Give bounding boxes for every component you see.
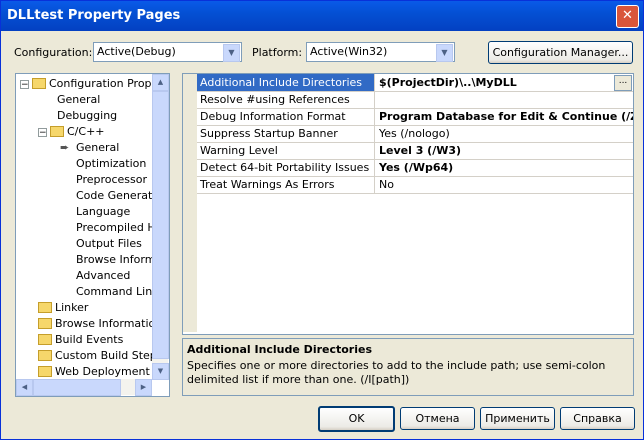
tree-item-label: Web Deployment <box>55 365 150 378</box>
chevron-down-icon[interactable]: ▼ <box>436 44 453 62</box>
tree-item-label: Code Generatio <box>76 189 163 202</box>
tree-item[interactable]: Browse Information <box>38 316 162 332</box>
platform-label: Platform: <box>252 46 303 59</box>
property-value[interactable]: No <box>379 176 394 193</box>
tree-item[interactable]: Language <box>76 204 130 220</box>
tree-item-label: Build Events <box>55 333 124 346</box>
tree-item[interactable]: Advanced <box>76 268 130 284</box>
scroll-up-icon[interactable]: ▲ <box>152 74 169 91</box>
folder-icon <box>32 78 46 89</box>
property-value[interactable]: Program Database for Edit & Continue (/Z… <box>379 108 633 125</box>
configuration-dropdown[interactable]: Active(Debug) ▼ <box>93 42 242 62</box>
property-name: Warning Level <box>197 142 375 159</box>
property-row[interactable]: Additional Include Directories $(ProjectD… <box>197 74 633 92</box>
scroll-down-icon[interactable]: ▼ <box>152 363 169 380</box>
tree-horizontal-scrollbar[interactable]: ◀ ▶ <box>16 379 152 396</box>
scroll-right-icon[interactable]: ▶ <box>135 379 152 396</box>
property-grid: Additional Include Directories $(ProjectD… <box>182 73 634 335</box>
tree-item-label: Precompiled He <box>76 221 163 234</box>
configuration-value: Active(Debug) <box>97 45 176 58</box>
cancel-button[interactable]: Отмена <box>400 407 475 430</box>
tree-item-label: Custom Build Step <box>55 349 157 362</box>
description-panel: Additional Include Directories Specifies… <box>182 338 634 396</box>
tree-item[interactable]: Linker <box>38 300 88 316</box>
apply-button[interactable]: Применить <box>480 407 555 430</box>
grid-gutter <box>183 74 197 332</box>
folder-icon <box>50 126 64 137</box>
property-name: Suppress Startup Banner <box>197 125 375 142</box>
property-row[interactable]: Resolve #using References <box>197 91 633 109</box>
tree-item[interactable]: Browse Informa <box>76 252 162 268</box>
scroll-left-icon[interactable]: ◀ <box>16 379 33 396</box>
property-name: Additional Include Directories <box>197 74 375 91</box>
folder-icon <box>38 302 52 313</box>
platform-dropdown[interactable]: Active(Win32) ▼ <box>306 42 455 62</box>
browse-button[interactable]: ... <box>614 75 632 91</box>
tree-item[interactable]: ➨ General <box>60 140 120 156</box>
tree-item-label: General <box>57 93 101 106</box>
tree-item-label: Debugging <box>57 109 118 122</box>
configuration-manager-button[interactable]: Configuration Manager... <box>488 41 633 64</box>
help-button[interactable]: Справка <box>560 407 635 430</box>
property-row[interactable]: Warning Level Level 3 (/W3) <box>197 142 633 160</box>
tree-item-label: C/C++ <box>67 125 105 138</box>
collapse-icon[interactable]: − <box>20 80 29 90</box>
tree-item-label: Browse Information <box>55 317 163 330</box>
property-name: Detect 64-bit Portability Issues <box>197 159 375 176</box>
tree-item[interactable]: Output Files <box>76 236 142 252</box>
tree-item[interactable]: Custom Build Step <box>38 348 157 364</box>
property-row[interactable]: Detect 64-bit Portability Issues Yes (/Wp… <box>197 159 633 177</box>
tree-item-label: Language <box>76 205 131 218</box>
tree-item[interactable]: Optimization <box>76 156 146 172</box>
configuration-label: Configuration: <box>14 46 93 59</box>
platform-value: Active(Win32) <box>310 45 388 58</box>
property-name: Resolve #using References <box>197 91 375 108</box>
folder-icon <box>38 350 52 361</box>
tree-item[interactable]: − C/C++ <box>38 124 105 140</box>
property-value[interactable]: $(ProjectDir)\..\MyDLL <box>379 74 517 91</box>
ok-button[interactable]: OK <box>318 406 395 432</box>
property-row[interactable]: Debug Information Format Program Database… <box>197 108 633 126</box>
folder-icon <box>38 334 52 345</box>
tree-item-label: Browse Informa <box>76 253 163 266</box>
close-button[interactable]: ✕ <box>616 5 639 28</box>
current-page-icon: ➨ <box>60 141 70 154</box>
property-name: Debug Information Format <box>197 108 375 125</box>
tree-item[interactable]: Preprocessor <box>76 172 147 188</box>
tree-item-label: Output Files <box>76 237 142 250</box>
tree-item-label: General <box>76 141 120 154</box>
tree-item[interactable]: Code Generatio <box>76 188 162 204</box>
property-value[interactable]: Yes (/Wp64) <box>379 159 453 176</box>
scroll-thumb[interactable] <box>152 91 169 359</box>
property-row[interactable]: Treat Warnings As Errors No <box>197 176 633 194</box>
tree-item[interactable]: Build Events <box>38 332 123 348</box>
tree-item[interactable]: Precompiled He <box>76 220 162 236</box>
property-value[interactable]: Level 3 (/W3) <box>379 142 461 159</box>
tree-item[interactable]: − Configuration Propertie <box>20 76 169 92</box>
property-value[interactable]: Yes (/nologo) <box>379 125 450 142</box>
tree-item[interactable]: General <box>57 92 100 108</box>
folder-icon <box>38 366 52 377</box>
chevron-down-icon[interactable]: ▼ <box>223 44 240 62</box>
tree-item[interactable]: Web Deployment <box>38 364 150 380</box>
tree-item-label: Preprocessor <box>76 173 148 186</box>
tree-item-label: Linker <box>55 301 89 314</box>
description-text: Specifies one or more directories to add… <box>187 359 606 386</box>
folder-icon <box>38 318 52 329</box>
tree-item-label: Optimization <box>76 157 147 170</box>
description-title: Additional Include Directories <box>187 343 373 356</box>
property-pages-window: DLLtest Property Pages ✕ Configuration: … <box>0 0 644 440</box>
tree-item-label: Advanced <box>76 269 131 282</box>
title-bar[interactable]: DLLtest Property Pages ✕ <box>1 1 643 31</box>
property-row[interactable]: Suppress Startup Banner Yes (/nologo) <box>197 125 633 143</box>
window-title: DLLtest Property Pages <box>7 8 181 23</box>
tree-vertical-scrollbar[interactable]: ▲ ▼ <box>152 74 169 380</box>
property-name: Treat Warnings As Errors <box>197 176 375 193</box>
scroll-thumb[interactable] <box>33 379 121 396</box>
tree-item[interactable]: Debugging <box>57 108 117 124</box>
collapse-icon[interactable]: − <box>38 128 47 138</box>
tree-item-label: Command Line <box>76 285 159 298</box>
tree-item[interactable]: Command Line <box>76 284 159 300</box>
category-tree: − Configuration Propertie General Debugging… <box>15 73 170 397</box>
